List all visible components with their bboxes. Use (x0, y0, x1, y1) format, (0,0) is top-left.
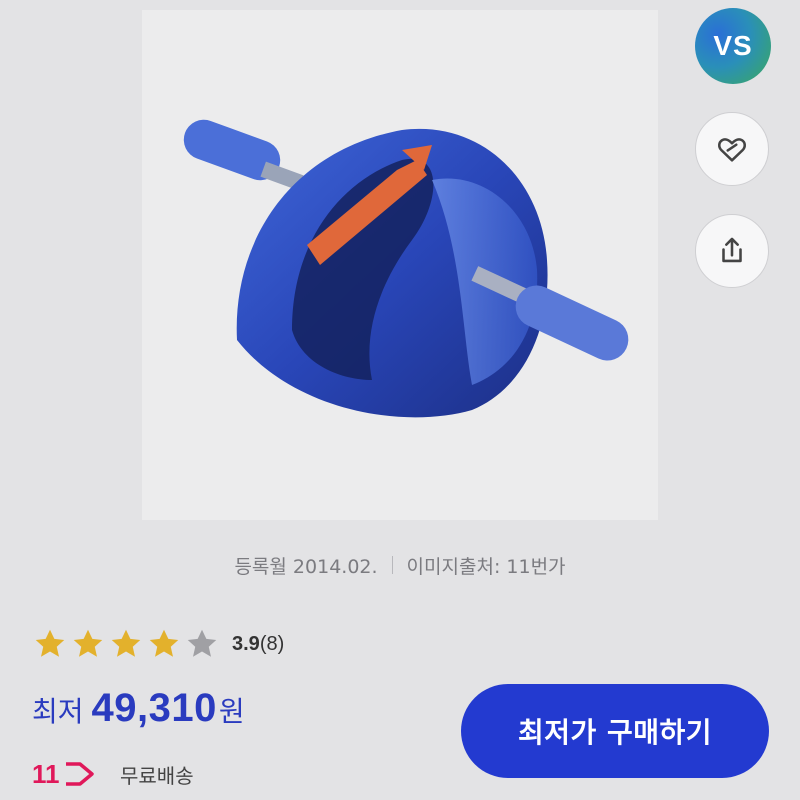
product-meta: 등록월 2014.02. 이미지출처: 11번가 (0, 548, 800, 582)
buy-lowest-price-button[interactable]: 최저가 구매하기 (461, 684, 769, 778)
share-button[interactable] (695, 214, 769, 288)
buy-button-label: 최저가 구매하기 (517, 716, 713, 749)
star-icon-filled (111, 629, 141, 657)
registered-date: 등록월 2014.02. (234, 555, 378, 578)
wishlist-button[interactable] (695, 112, 769, 186)
ab-roller-illustration (183, 119, 629, 418)
star-icon-empty (187, 629, 217, 657)
rating-score: 3.9 (232, 632, 260, 655)
avatar[interactable]: VS (695, 8, 771, 84)
shipping-info: 무료배송 (120, 763, 194, 788)
svg-text:11: 11 (32, 759, 60, 789)
star-icon-filled (35, 629, 65, 657)
avatar-initials: VS (713, 30, 753, 61)
meta-divider (391, 556, 393, 574)
product-image[interactable] (142, 10, 658, 520)
image-source: 이미지출처: 11번가 (406, 555, 566, 578)
share-icon (722, 237, 742, 263)
rating[interactable]: 3.9(8) (32, 624, 284, 664)
seller-info: 11 무료배송 (32, 754, 194, 794)
price-unit: 원 (218, 695, 245, 728)
star-icon-filled (149, 629, 179, 657)
star-rating (32, 626, 220, 662)
rating-text: 3.9(8) (232, 633, 284, 656)
review-count: (8) (259, 632, 285, 655)
star-icon-filled (73, 629, 103, 657)
price-label: 최저 (32, 695, 84, 728)
heart-icon (718, 138, 746, 162)
seller-logo: 11 (32, 759, 94, 789)
lowest-price: 최저 49,310 원 (32, 686, 245, 746)
price-value: 49,310 (91, 686, 217, 730)
